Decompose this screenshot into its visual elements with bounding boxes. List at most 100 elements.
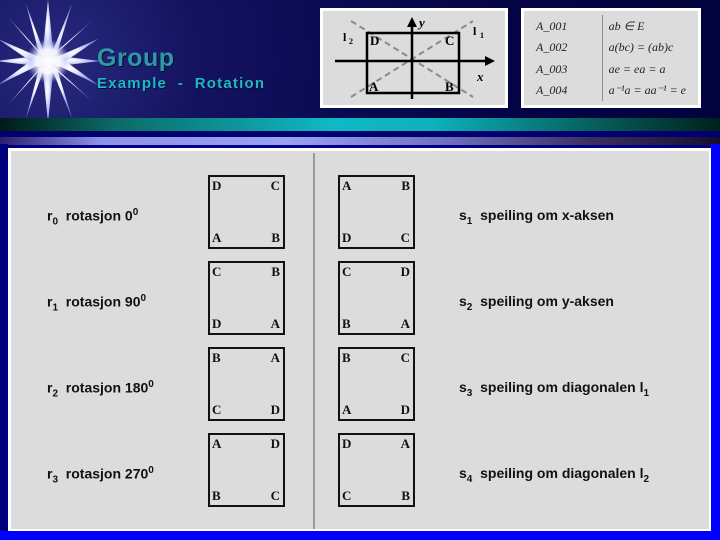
table-row: A_002 a(bc) = (ab)c [530, 36, 692, 58]
square-diagram-reflection: A B D C [338, 175, 415, 249]
degree-symbol: 0 [140, 293, 147, 304]
svg-text:D: D [370, 33, 379, 48]
transformation-row: r0 rotasjon 00 D C A B A B D C s1 speili… [11, 175, 709, 260]
slide-header: Group Example - Rotation D C A B y x l 1… [0, 0, 720, 118]
square-corner-tl: D [212, 178, 222, 193]
content-panel-frame: r0 rotasjon 00 D C A B A B D C s1 speili… [8, 148, 712, 532]
degree-symbol: 0 [132, 207, 139, 218]
degree-symbol: 0 [148, 465, 154, 476]
table-row: A_004 a⁻¹a = aa⁻¹ = e [530, 79, 692, 101]
rotation-index: 3 [52, 474, 59, 486]
square-corner-bl: C [212, 402, 222, 417]
reflection-line-index: 2 [643, 473, 650, 485]
rotation-label: r3 rotasjon 2700 [47, 465, 154, 485]
square-corner-br: B [271, 230, 280, 245]
reflection-symbol: s [459, 207, 467, 223]
axiom-statement: ae = ea = a [608, 61, 666, 76]
degree-symbol: 0 [148, 379, 154, 390]
reflection-symbol: s [459, 293, 467, 309]
reflection-index: 2 [466, 301, 473, 313]
axes-diagram: D C A B y x l 1 l 2 [320, 8, 508, 108]
square-corner-tl: A [342, 178, 352, 193]
axiom-id: A_001 [530, 15, 603, 37]
square-corner-bl: A [342, 402, 352, 417]
page-subtitle: Example - Rotation [97, 75, 266, 92]
svg-text:1: 1 [480, 31, 484, 40]
violet-divider-bar [0, 137, 720, 145]
reflection-symbol: s [459, 465, 467, 481]
square-diagram-reflection: C D B A [338, 261, 415, 335]
square-corner-br: B [401, 488, 410, 503]
page-title: Group [97, 44, 175, 72]
rotation-index: 2 [52, 388, 59, 400]
axiom-statement: a(bc) = (ab)c [608, 40, 674, 55]
rotation-text: rotasjon 270 [65, 465, 149, 482]
reflection-text: speiling om diagonalen l [480, 465, 644, 481]
square-diagram-reflection: D A C B [338, 433, 415, 507]
reflection-symbol: s [459, 379, 467, 395]
rotation-text: rotasjon 90 [65, 293, 141, 310]
reflection-label: s2 speiling om y-aksen [459, 293, 614, 313]
teal-divider-bar [0, 118, 720, 131]
axes-diagram-svg: D C A B y x l 1 l 2 [335, 15, 495, 99]
square-corner-bl: A [212, 230, 222, 245]
rotation-label: r1 rotasjon 900 [47, 293, 146, 313]
axioms-table: A_001 ab ∈ E A_002 a(bc) = (ab)c A_003 a… [530, 15, 692, 101]
rotation-text: rotasjon 0 [65, 207, 133, 224]
square-corner-br: C [400, 230, 410, 245]
svg-text:l: l [343, 30, 347, 44]
square-diagram-rotation: A D B C [208, 433, 285, 507]
square-diagram-rotation: D C A B [208, 175, 285, 249]
square-corner-br: D [270, 402, 280, 417]
square-corner-br: C [270, 488, 280, 503]
square-corner-tl: B [212, 350, 221, 365]
reflection-index: 4 [466, 473, 473, 485]
svg-text:2: 2 [349, 37, 353, 46]
rotation-label: r2 rotasjon 1800 [47, 379, 154, 399]
svg-text:x: x [476, 69, 484, 84]
square-corner-tl: C [342, 264, 352, 279]
square-corner-bl: D [342, 230, 352, 245]
left-edge-accent [0, 144, 8, 540]
square-corner-tr: A [270, 350, 280, 365]
reflection-index: 1 [466, 215, 473, 227]
transformation-row: r2 rotasjon 1800 B A C D B C A D s3 spei… [11, 347, 709, 432]
reflection-label: s1 speiling om x-aksen [459, 207, 614, 227]
reflection-text: speiling om diagonalen l [480, 379, 644, 395]
svg-text:l: l [473, 24, 477, 38]
axiom-statement: a⁻¹a = aa⁻¹ = e [608, 83, 686, 98]
square-diagram-rotation: C B D A [208, 261, 285, 335]
rotation-text: rotasjon 180 [65, 379, 149, 396]
rotation-index: 0 [52, 216, 59, 228]
content-panel: r0 rotasjon 00 D C A B A B D C s1 speili… [11, 151, 709, 529]
transformation-row: r1 rotasjon 900 C B D A C D B A s2 speil… [11, 261, 709, 346]
svg-text:C: C [445, 33, 454, 48]
reflection-text: speiling om y-aksen [480, 293, 614, 309]
bottom-edge-accent [0, 531, 720, 540]
square-corner-bl: B [212, 488, 221, 503]
square-diagram-rotation: B A C D [208, 347, 285, 421]
square-corner-tl: D [342, 436, 352, 451]
axiom-id: A_003 [530, 58, 603, 80]
transformation-row: r3 rotasjon 2700 A D B C D A C B s4 spei… [11, 433, 709, 518]
table-row: A_003 ae = ea = a [530, 58, 692, 80]
square-corner-tl: B [342, 350, 351, 365]
starburst-icon [0, 0, 100, 118]
square-corner-tr: C [270, 178, 280, 193]
reflection-index: 3 [466, 387, 473, 399]
reflection-label: s4 speiling om diagonalen l2 [459, 465, 649, 485]
square-corner-tr: C [400, 350, 410, 365]
square-diagram-reflection: B C A D [338, 347, 415, 421]
right-edge-accent [711, 144, 720, 540]
square-corner-br: D [400, 402, 410, 417]
square-corner-tr: D [270, 436, 280, 451]
table-row: A_001 ab ∈ E [530, 15, 692, 37]
axiom-statement: ab ∈ E [608, 18, 645, 33]
reflection-text: speiling om x-aksen [480, 207, 614, 223]
square-corner-tl: C [212, 264, 222, 279]
square-corner-bl: C [342, 488, 352, 503]
square-corner-tr: B [271, 264, 280, 279]
axioms-box: A_001 ab ∈ E A_002 a(bc) = (ab)c A_003 a… [521, 8, 701, 108]
rotation-label: r0 rotasjon 00 [47, 207, 138, 227]
svg-text:y: y [417, 15, 425, 30]
